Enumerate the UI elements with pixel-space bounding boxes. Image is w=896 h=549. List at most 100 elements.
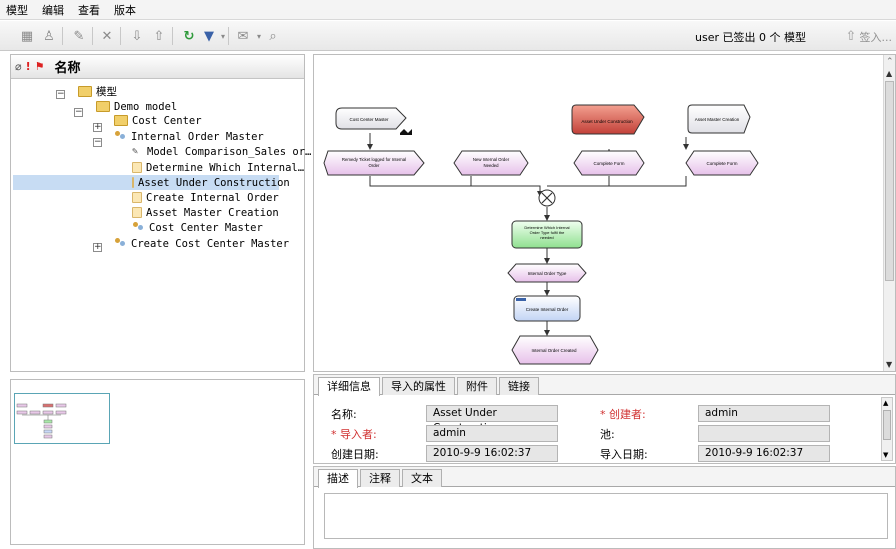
details-panel: 详细信息 导入的属性 附件 链接 名称: Asset Under Constru… — [313, 374, 896, 464]
description-textarea[interactable] — [324, 493, 888, 539]
tree-column-title[interactable]: 名称 — [55, 57, 81, 76]
new-model-icon[interactable]: ▦ — [18, 27, 36, 45]
flag-icon[interactable]: ⚑ — [35, 60, 45, 73]
checkin-icon[interactable]: ⇧ — [150, 27, 168, 45]
tree-item-asset-master-creation[interactable]: Asset Master Creation — [132, 205, 279, 220]
collapse-toggle[interactable]: − — [93, 138, 102, 147]
delete-icon[interactable]: ✕ — [98, 27, 116, 45]
diagram-scrollbar[interactable]: ⌃ ▲ ▼ — [883, 55, 895, 371]
node-internal-order-created[interactable]: Internal Order Created — [511, 335, 599, 365]
search-icon[interactable]: ⌕ — [264, 27, 282, 45]
tree-item-internal-order-master[interactable]: Internal Order Master — [114, 129, 264, 144]
tab-imported-attributes[interactable]: 导入的属性 — [382, 377, 455, 395]
svg-text:Create Internal Order: Create Internal Order — [526, 307, 569, 312]
collapse-toggle[interactable]: − — [56, 90, 65, 99]
expand-toggle[interactable]: + — [93, 123, 102, 132]
edit-icon[interactable]: ✎ — [70, 27, 88, 45]
toolbar-separator — [62, 27, 63, 45]
menu-edit[interactable]: 编辑 — [42, 2, 64, 18]
collapse-up-icon[interactable]: ⌃ — [886, 57, 894, 67]
folder-icon — [114, 115, 128, 126]
folder-open-icon — [96, 101, 110, 112]
node-remedy-ticket[interactable]: Remedy Ticket logged for Internal Order — [323, 150, 425, 176]
tab-links[interactable]: 链接 — [499, 377, 539, 395]
node-cost-center-master[interactable]: Cost Center Master — [335, 107, 407, 130]
details-scrollbar[interactable]: ▲ ▼ — [881, 397, 893, 461]
scroll-thumb[interactable] — [885, 81, 894, 281]
overview-viewport[interactable] — [14, 393, 110, 444]
menu-bar: 模型 编辑 查看 版本 — [0, 0, 896, 20]
menu-view[interactable]: 查看 — [78, 2, 100, 18]
toolbar: ▦ ♙ ✎ ✕ ⇩ ⇧ ↻ ▼ ▾ ✉ ▾ ⌕ user 已签出 0 个 模型 … — [0, 21, 896, 51]
svg-text:needed: needed — [540, 235, 553, 240]
node-new-internal-order[interactable]: New Internal Order Needed — [453, 150, 529, 176]
node-asset-under-construction[interactable]: Asset Under Construction — [571, 104, 645, 135]
tab-text[interactable]: 文本 — [402, 469, 442, 487]
tree-item-demo-model[interactable]: Demo model — [96, 99, 177, 114]
toolbar-separator — [92, 27, 93, 45]
name-label: 名称: — [331, 408, 357, 421]
model-doc-icon — [132, 192, 142, 203]
svg-text:Needed: Needed — [483, 163, 499, 168]
folder-open-icon — [78, 86, 92, 97]
tree-item-models[interactable]: 模型 — [78, 84, 117, 99]
tab-attachments[interactable]: 附件 — [457, 377, 497, 395]
tree-item-cost-center[interactable]: Cost Center — [114, 113, 202, 128]
node-create-internal-order[interactable]: Create Internal Order — [513, 295, 581, 322]
tree-item-create-cost-center-master[interactable]: Create Cost Center Master — [114, 236, 289, 251]
node-complete-form-1[interactable]: Complete Form — [573, 150, 645, 176]
people-icon — [114, 131, 127, 142]
importer-label: * 导入者: — [331, 428, 377, 441]
svg-text:Order: Order — [369, 163, 381, 168]
import-date-field[interactable]: 2010-9-9 16:02:37 — [698, 445, 830, 462]
svg-text:Complete Form: Complete Form — [593, 161, 624, 166]
menu-version[interactable]: 版本 — [114, 2, 136, 18]
tab-comments[interactable]: 注释 — [360, 469, 400, 487]
scroll-thumb[interactable] — [883, 410, 891, 440]
refresh-icon[interactable]: ↻ — [180, 27, 198, 45]
svg-text:Internal Order Created: Internal Order Created — [531, 348, 577, 353]
xor-connector[interactable] — [538, 189, 556, 207]
tree-item-determine-which[interactable]: Determine Which Internal… — [132, 160, 304, 175]
tab-description[interactable]: 描述 — [318, 469, 358, 488]
tree-item-model-comparison[interactable]: ✎ Model Comparison_Sales or… — [132, 144, 311, 159]
tree-item-asset-under-construction[interactable]: Asset Under Construction — [13, 175, 290, 190]
name-field[interactable]: Asset Under Construction — [426, 405, 558, 434]
filter-dropdown-icon[interactable]: ▾ — [214, 27, 232, 45]
priority-icon[interactable]: ! — [26, 60, 31, 73]
permissions-icon[interactable]: ♙ — [40, 27, 58, 45]
scroll-down-icon[interactable]: ▼ — [886, 360, 892, 369]
node-internal-order-type[interactable]: Internal Order Type — [507, 263, 587, 283]
scroll-down-icon[interactable]: ▼ — [883, 451, 888, 459]
svg-text:Asset Master Creation: Asset Master Creation — [695, 117, 740, 122]
tab-details[interactable]: 详细信息 — [318, 377, 380, 396]
pool-label: 池: — [600, 428, 615, 441]
tree-item-create-internal-order[interactable]: Create Internal Order — [132, 190, 279, 205]
creator-label: * 创建者: — [600, 408, 646, 421]
scroll-up-icon[interactable]: ▲ — [886, 69, 892, 78]
checkin-all-icon[interactable]: ⇧ — [842, 27, 860, 45]
attachment-icon[interactable]: ⌀ — [15, 60, 22, 73]
process-diagram-canvas[interactable]: Cost Center Master Asset Under Construct… — [313, 54, 896, 372]
created-date-label: 创建日期: — [331, 448, 379, 461]
toolbar-separator — [172, 27, 173, 45]
scroll-up-icon[interactable]: ▲ — [883, 399, 888, 407]
node-complete-form-2[interactable]: Complete Form — [685, 150, 759, 176]
pool-field[interactable] — [698, 425, 830, 442]
tree-item-cost-center-master[interactable]: Cost Center Master — [132, 220, 263, 235]
checkout-icon[interactable]: ⇩ — [128, 27, 146, 45]
expand-toggle[interactable]: + — [93, 243, 102, 252]
node-asset-master-creation[interactable]: Asset Master Creation — [687, 104, 751, 134]
toolbar-separator — [228, 27, 229, 45]
menu-model[interactable]: 模型 — [6, 2, 28, 18]
collapse-toggle[interactable]: − — [74, 108, 83, 117]
created-date-field[interactable]: 2010-9-9 16:02:37 — [426, 445, 558, 462]
model-doc-icon — [132, 207, 142, 218]
signin-button[interactable]: 签入... — [860, 29, 893, 45]
overview-panel — [10, 379, 305, 545]
creator-field[interactable]: admin — [698, 405, 830, 422]
importer-field[interactable]: admin — [426, 425, 558, 442]
svg-text:Internal Order Type: Internal Order Type — [528, 271, 567, 276]
node-determine-type[interactable]: Determine Which Internal Order Type fulf… — [511, 220, 583, 249]
svg-text:Asset Under Construction: Asset Under Construction — [581, 119, 633, 124]
